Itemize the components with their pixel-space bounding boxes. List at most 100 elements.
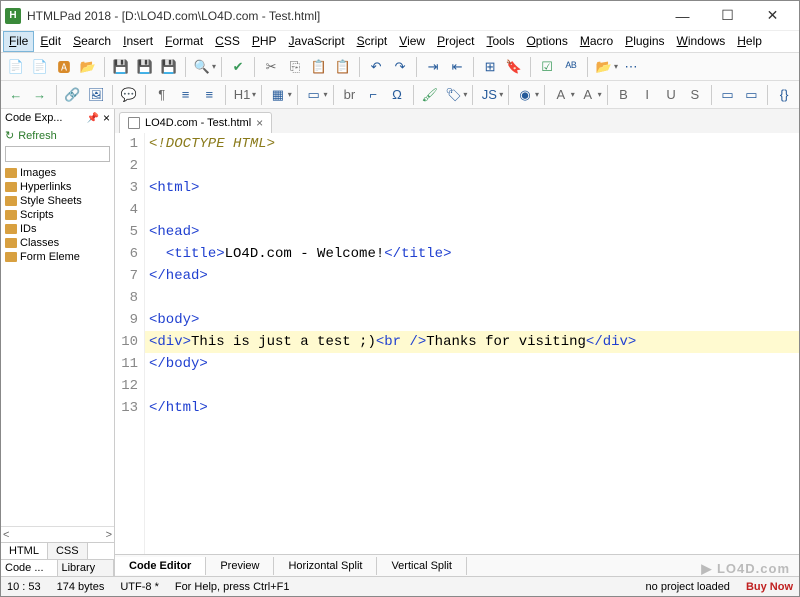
italic-button[interactable]: I bbox=[636, 84, 658, 106]
autocomplete-button[interactable]: ᴬᴮ bbox=[560, 56, 582, 78]
font-a2-button[interactable]: A bbox=[577, 84, 599, 106]
link-button[interactable]: 🔗 bbox=[62, 84, 84, 106]
view-tab-preview[interactable]: Preview bbox=[206, 557, 274, 575]
bold-button[interactable]: B bbox=[613, 84, 635, 106]
code-line[interactable]: <div>This is just a test ;)<br />Thanks … bbox=[145, 331, 799, 353]
dropdown-arrow-icon[interactable]: ▾ bbox=[535, 90, 539, 99]
dropdown-arrow-icon[interactable]: ▾ bbox=[288, 90, 292, 99]
view-tab-code-editor[interactable]: Code Editor bbox=[115, 557, 206, 575]
menu-format[interactable]: Format bbox=[159, 31, 209, 52]
js-button[interactable]: JS bbox=[478, 84, 500, 106]
comment-button[interactable]: 💬 bbox=[118, 84, 140, 106]
sidebar-tab-css[interactable]: CSS bbox=[48, 543, 88, 559]
dropdown-arrow-icon[interactable]: ▾ bbox=[324, 90, 328, 99]
dropdown-arrow-icon[interactable]: ▾ bbox=[252, 90, 256, 99]
menu-macro[interactable]: Macro bbox=[574, 31, 619, 52]
code-line[interactable] bbox=[145, 155, 799, 177]
menu-search[interactable]: Search bbox=[67, 31, 117, 52]
file-tab-close-icon[interactable]: × bbox=[256, 116, 263, 130]
tree-item-hyperlinks[interactable]: Hyperlinks bbox=[3, 180, 112, 194]
refresh-button[interactable]: ↻ Refresh bbox=[1, 127, 114, 144]
code-editor[interactable]: 12345678910111213 <!DOCTYPE HTML> <html>… bbox=[115, 133, 799, 554]
menu-edit[interactable]: Edit bbox=[34, 31, 67, 52]
heading-button[interactable]: H1 bbox=[231, 84, 253, 106]
redo-button[interactable]: ↷ bbox=[389, 56, 411, 78]
dropdown-arrow-icon[interactable]: ▾ bbox=[212, 62, 216, 71]
menu-project[interactable]: Project bbox=[431, 31, 480, 52]
cut-button[interactable]: ✂ bbox=[260, 56, 282, 78]
copy-button[interactable]: ⎘ bbox=[284, 56, 306, 78]
sidebar-bottom-tab-code[interactable]: Code ... bbox=[1, 560, 58, 576]
paste-special-button[interactable]: 📋 bbox=[332, 56, 354, 78]
indent-button[interactable]: ⇥ bbox=[422, 56, 444, 78]
btn1-button[interactable]: ▭ bbox=[717, 84, 739, 106]
code-line[interactable]: <body> bbox=[145, 309, 799, 331]
back-button[interactable]: ← bbox=[5, 84, 27, 106]
code-line[interactable]: <head> bbox=[145, 221, 799, 243]
paint-button[interactable]: 🖌 bbox=[419, 84, 441, 106]
search-button[interactable]: 🔍 bbox=[191, 56, 213, 78]
code-line[interactable] bbox=[145, 375, 799, 397]
code-line[interactable]: <title>LO4D.com - Welcome!</title> bbox=[145, 243, 799, 265]
file-tab[interactable]: LO4D.com - Test.html × bbox=[119, 112, 272, 133]
underline-button[interactable]: U bbox=[660, 84, 682, 106]
code-lines[interactable]: <!DOCTYPE HTML> <html> <head> <title>LO4… bbox=[145, 133, 799, 554]
menu-file[interactable]: File bbox=[3, 31, 34, 52]
code-line[interactable] bbox=[145, 287, 799, 309]
sidebar-tab-html[interactable]: HTML bbox=[1, 543, 48, 559]
tree-item-ids[interactable]: IDs bbox=[3, 222, 112, 236]
menu-insert[interactable]: Insert bbox=[117, 31, 159, 52]
outdent-button[interactable]: ⇤ bbox=[446, 56, 468, 78]
image-button[interactable]: 🖼 bbox=[85, 84, 107, 106]
tree-item-scripts[interactable]: Scripts bbox=[3, 208, 112, 222]
spellcheck-button[interactable]: ✔ bbox=[227, 56, 249, 78]
save-as-button[interactable]: 💾 bbox=[158, 56, 180, 78]
menu-plugins[interactable]: Plugins bbox=[619, 31, 670, 52]
ellipsis-button[interactable]: ⋯ bbox=[620, 56, 642, 78]
list-ol-button[interactable]: ≡ bbox=[198, 84, 220, 106]
form-button[interactable]: ▭ bbox=[303, 84, 325, 106]
menu-windows[interactable]: Windows bbox=[671, 31, 732, 52]
strike-button[interactable]: S bbox=[684, 84, 706, 106]
text-br-button[interactable]: br bbox=[339, 84, 361, 106]
menu-options[interactable]: Options bbox=[520, 31, 573, 52]
btn2-button[interactable]: ▭ bbox=[740, 84, 762, 106]
table-button[interactable]: ▦ bbox=[267, 84, 289, 106]
code-line[interactable]: </head> bbox=[145, 265, 799, 287]
rgb-button[interactable]: ◉ bbox=[514, 84, 536, 106]
pilcrow-button[interactable]: ¶ bbox=[151, 84, 173, 106]
open-recent-button[interactable]: 📂 bbox=[593, 56, 615, 78]
new-doc-alt-button[interactable]: 📄 bbox=[29, 56, 51, 78]
tree-item-images[interactable]: Images bbox=[3, 166, 112, 180]
new-doc-button[interactable]: 📄 bbox=[5, 56, 27, 78]
maximize-button[interactable]: ☐ bbox=[705, 2, 750, 30]
menu-help[interactable]: Help bbox=[731, 31, 768, 52]
code-line[interactable]: </body> bbox=[145, 353, 799, 375]
tree-item-form-eleme[interactable]: Form Eleme bbox=[3, 250, 112, 264]
save-all-button[interactable]: 💾 bbox=[134, 56, 156, 78]
doc-red-button[interactable]: 🅰 bbox=[53, 56, 75, 78]
corner-button[interactable]: ⌐ bbox=[362, 84, 384, 106]
menu-javascript[interactable]: JavaScript bbox=[283, 31, 351, 52]
sidebar-scrollbar[interactable]: < > bbox=[1, 526, 114, 542]
code-brackets-button[interactable]: {} bbox=[773, 84, 795, 106]
minimize-button[interactable]: — bbox=[660, 2, 705, 30]
code-line[interactable] bbox=[145, 199, 799, 221]
validate-button[interactable]: ☑ bbox=[536, 56, 558, 78]
open-folder-button[interactable]: 📂 bbox=[77, 56, 99, 78]
buy-now-link[interactable]: Buy Now bbox=[746, 581, 793, 593]
menu-script[interactable]: Script bbox=[351, 31, 394, 52]
toggle-button[interactable]: ⊞ bbox=[479, 56, 501, 78]
code-line[interactable]: <!DOCTYPE HTML> bbox=[145, 133, 799, 155]
dropdown-arrow-icon[interactable]: ▾ bbox=[571, 90, 575, 99]
paste-button[interactable]: 📋 bbox=[308, 56, 330, 78]
explorer-search-input[interactable] bbox=[5, 146, 110, 162]
forward-button[interactable]: → bbox=[29, 84, 51, 106]
close-button[interactable]: ✕ bbox=[750, 2, 795, 30]
omega-button[interactable]: Ω bbox=[386, 84, 408, 106]
sidebar-bottom-tab-library[interactable]: Library bbox=[58, 560, 115, 576]
save-button[interactable]: 💾 bbox=[110, 56, 132, 78]
dropdown-arrow-icon[interactable]: ▾ bbox=[463, 90, 467, 99]
font-a-button[interactable]: A bbox=[550, 84, 572, 106]
menu-css[interactable]: CSS bbox=[209, 31, 246, 52]
